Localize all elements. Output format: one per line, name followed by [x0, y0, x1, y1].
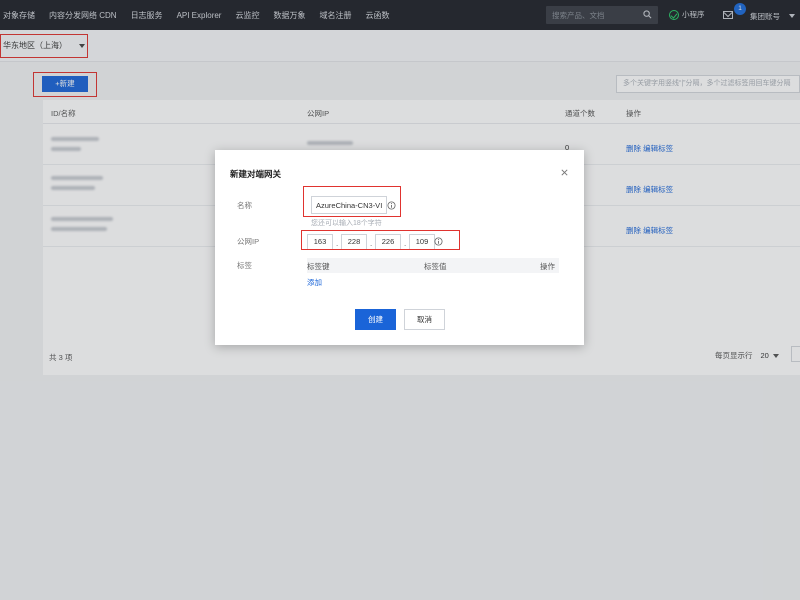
create-peer-gateway-dialog: 新建对端网关 名称 您还可以输入18个字符 公网IP 163 . 228 . 2… [215, 150, 584, 345]
name-label: 名称 [237, 201, 252, 210]
highlight-box [301, 230, 460, 250]
create-button[interactable]: 创建 [355, 309, 396, 330]
tag-table-header: 标签键 标签值 操作 [307, 258, 559, 273]
tag-action-header: 操作 [540, 262, 555, 271]
highlight-box [303, 186, 401, 217]
tag-label: 标签 [237, 261, 252, 270]
tag-value-header: 标签值 [424, 262, 447, 271]
dialog-title: 新建对端网关 [230, 169, 282, 179]
name-hint: 您还可以输入18个字符 [311, 220, 382, 227]
public-ip-label: 公网IP [237, 237, 260, 246]
add-tag-link[interactable]: 添加 [307, 277, 322, 288]
tag-key-header: 标签键 [307, 262, 330, 271]
cancel-button[interactable]: 取消 [404, 309, 445, 330]
close-icon[interactable] [560, 168, 569, 177]
